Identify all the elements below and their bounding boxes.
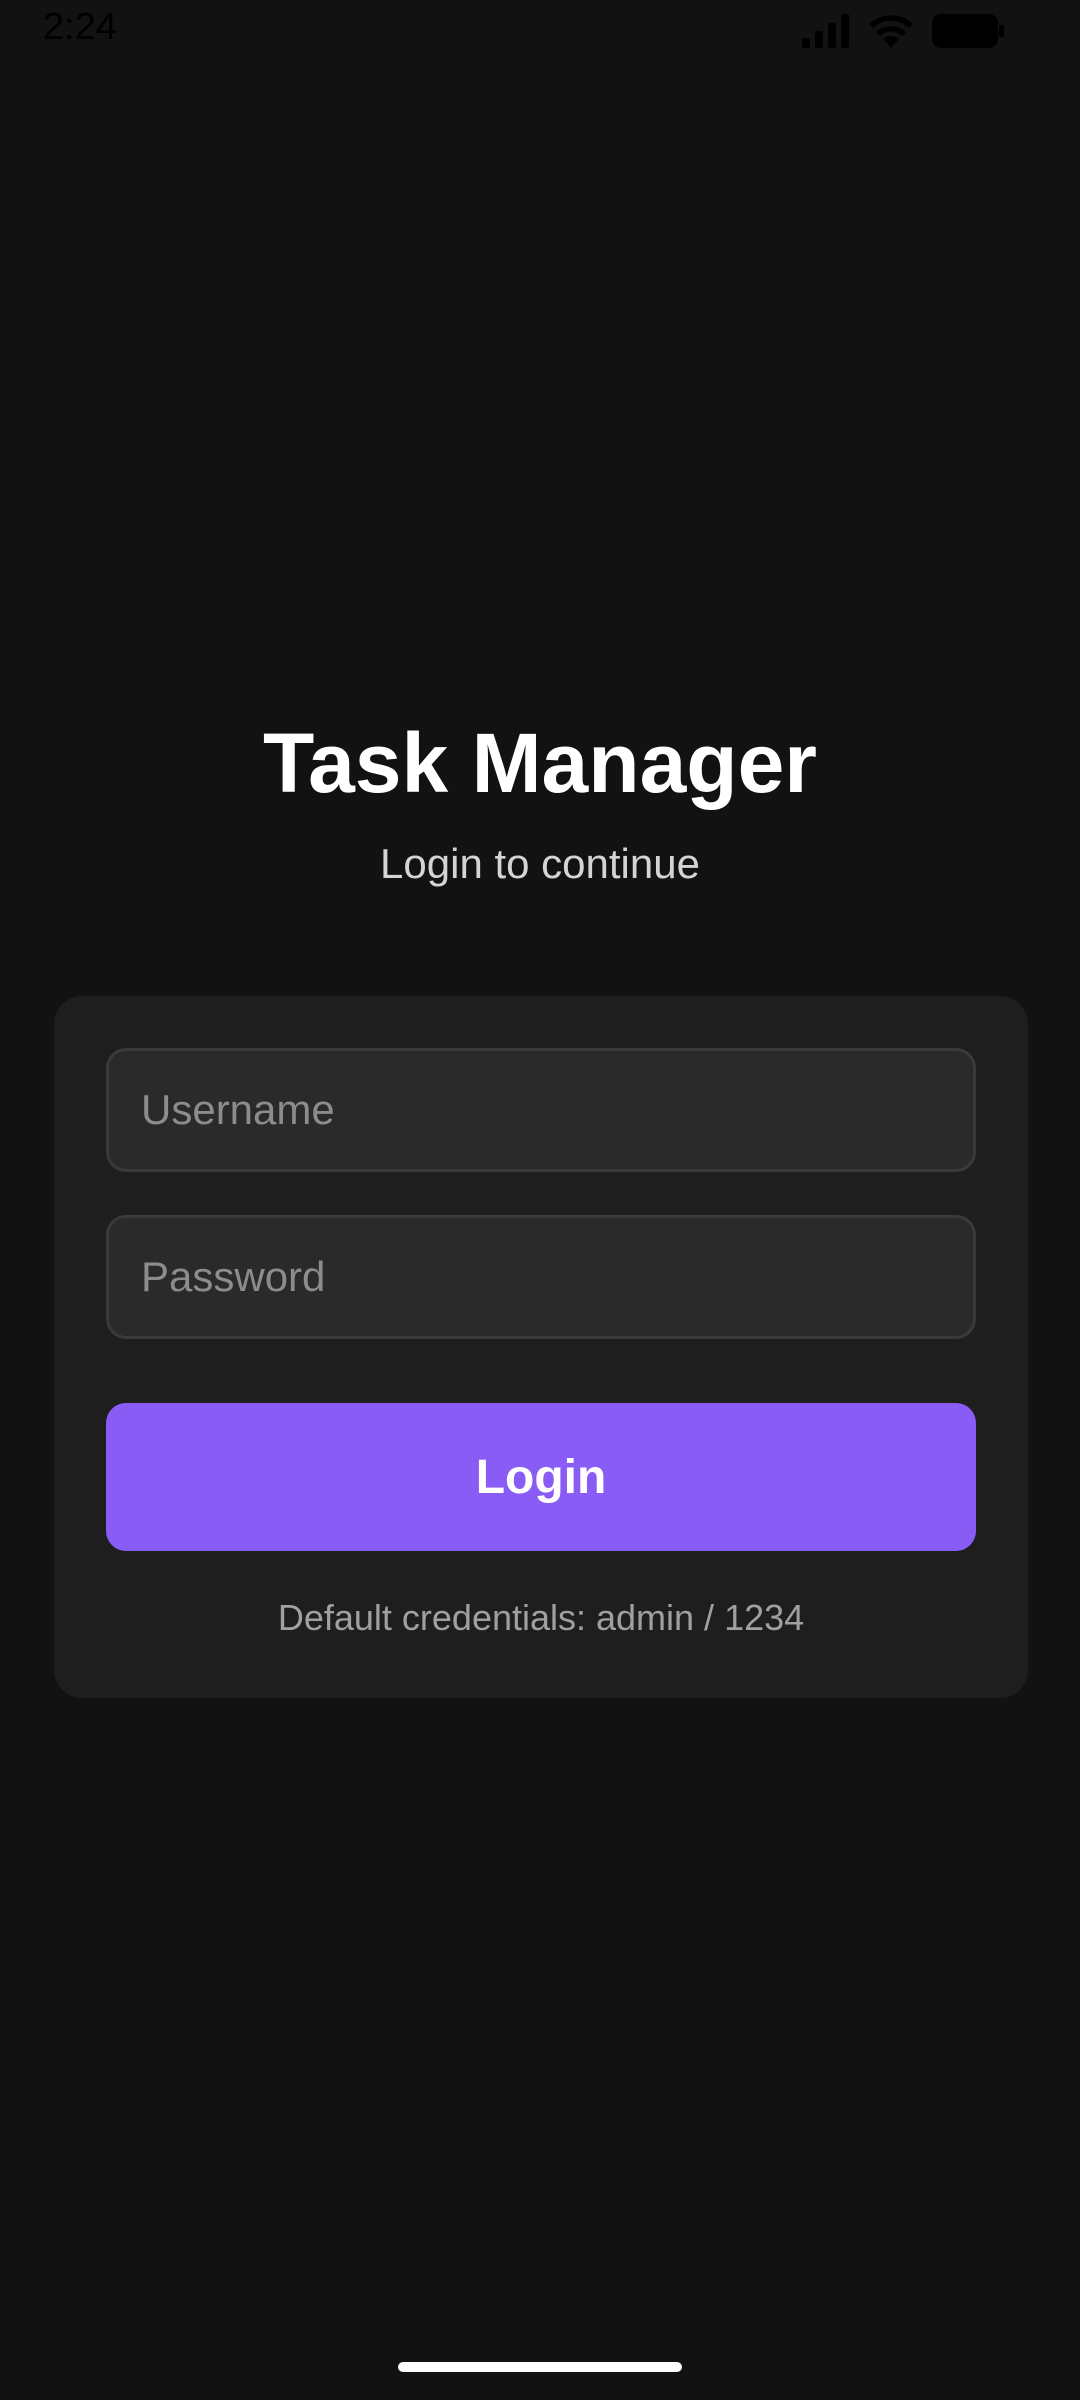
- battery-icon: [932, 14, 1004, 48]
- username-input[interactable]: [106, 1048, 976, 1172]
- signal-icon: [802, 14, 850, 48]
- home-indicator[interactable]: [398, 2362, 682, 2372]
- page-subtitle: Login to continue: [380, 840, 700, 887]
- password-input[interactable]: [106, 1215, 976, 1339]
- status-bar: 2:24: [0, 0, 1080, 62]
- login-card: Login Default credentials: admin / 1234: [54, 996, 1028, 1698]
- status-time: 2:24: [43, 6, 117, 48]
- credentials-hint: Default credentials: admin / 1234: [277, 1597, 805, 1638]
- status-icons: [802, 14, 1004, 48]
- login-button[interactable]: Login: [106, 1403, 976, 1551]
- page-title: Task Manager: [263, 716, 817, 810]
- wifi-icon: [868, 14, 914, 48]
